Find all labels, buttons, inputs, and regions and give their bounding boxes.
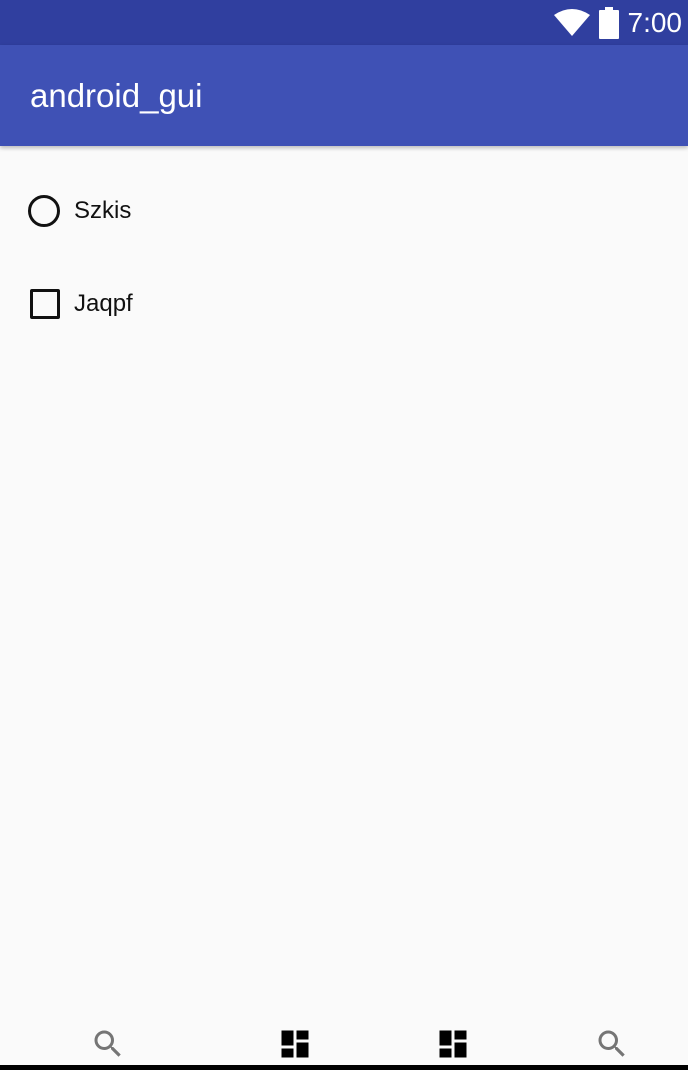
search-icon[interactable] [594, 1026, 630, 1062]
radio-button-szkis[interactable]: Szkis [28, 191, 131, 231]
app-title: android_gui [30, 77, 203, 114]
content-area: Szkis Jaqpf [0, 146, 688, 1006]
search-icon[interactable] [90, 1026, 126, 1062]
bottom-navigation [0, 1010, 688, 1070]
radio-unchecked-icon[interactable] [28, 195, 60, 227]
status-time: 7:00 [627, 7, 683, 38]
app-bar: android_gui [0, 45, 688, 146]
checkbox-jaqpf[interactable]: Jaqpf [28, 284, 133, 324]
app-screen: 7:00 android_gui Szkis Jaqpf [0, 0, 688, 1070]
dashboard-icon[interactable] [277, 1026, 313, 1062]
radio-label[interactable]: Szkis [74, 197, 131, 225]
wifi-icon [553, 8, 590, 36]
checkbox-unchecked-icon[interactable] [30, 289, 60, 319]
status-bar: 7:00 [0, 0, 688, 45]
battery-icon [598, 6, 619, 39]
checkbox-label[interactable]: Jaqpf [74, 290, 133, 318]
status-icons: 7:00 [553, 0, 683, 45]
dashboard-icon[interactable] [435, 1026, 471, 1062]
